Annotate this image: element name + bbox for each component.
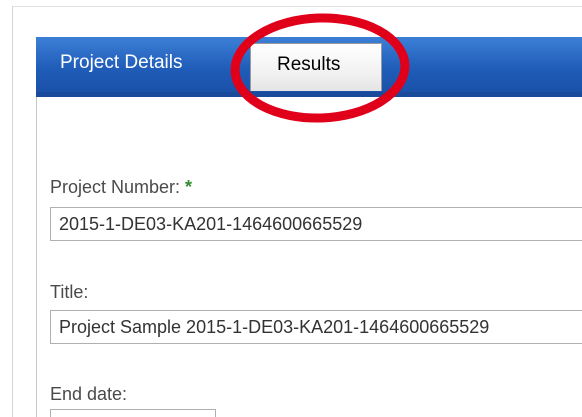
tab-project-details[interactable]: Project Details: [60, 53, 183, 72]
page: Project Details Results Project Number: *…: [0, 0, 582, 417]
required-marker: *: [185, 177, 193, 197]
tab-results[interactable]: Results: [250, 43, 382, 91]
project-number-field[interactable]: 2015-1-DE03-KA201-1464600665529: [50, 207, 582, 241]
project-number-label: Project Number: *: [50, 177, 192, 198]
form-panel: [36, 97, 582, 417]
title-label: Title:: [50, 282, 89, 302]
end-date-label: End date:: [50, 384, 128, 404]
tab-results-label: Results: [277, 54, 341, 75]
project-number-label-text: Project Number:: [50, 177, 181, 197]
title-field[interactable]: Project Sample 2015-1-DE03-KA201-1464600…: [50, 310, 582, 344]
end-date-field[interactable]: [50, 409, 216, 417]
